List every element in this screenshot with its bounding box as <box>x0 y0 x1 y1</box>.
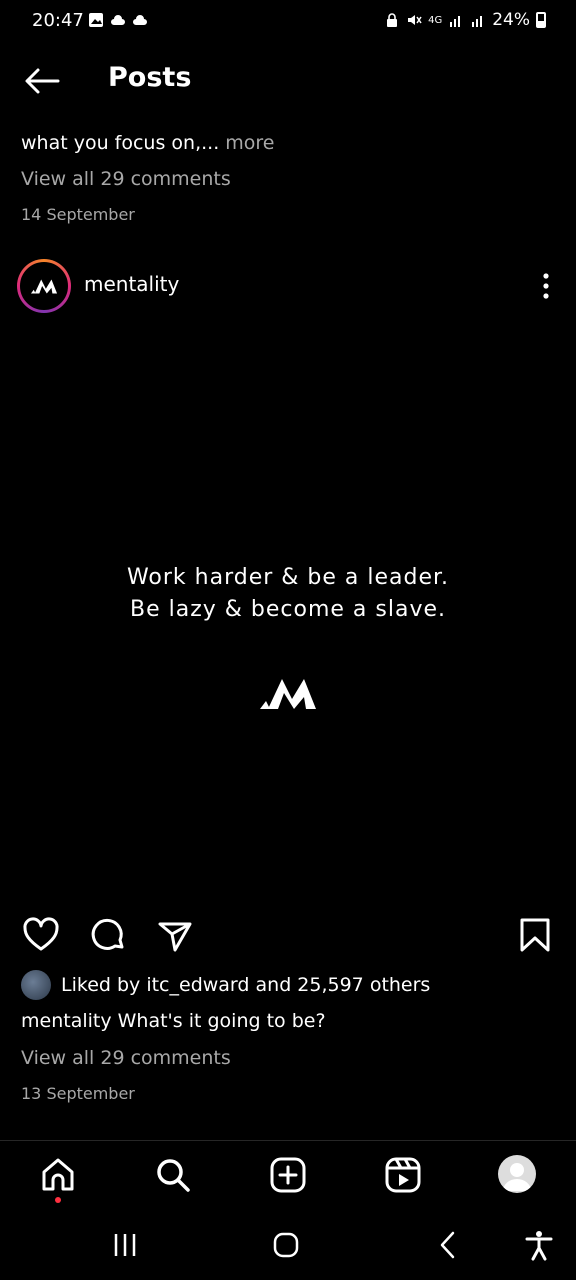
view-comments-link[interactable]: View all 29 comments <box>21 168 231 190</box>
default-avatar-icon <box>503 1163 531 1191</box>
battery-level: 24% <box>492 10 530 30</box>
more-options-icon[interactable] <box>540 272 552 300</box>
quote-line-1: Work harder & be a leader. <box>126 565 450 590</box>
avatar[interactable] <box>17 259 71 313</box>
status-bar: 20:47 4G 24% <box>0 0 576 44</box>
create-icon[interactable] <box>268 1155 308 1195</box>
mute-icon <box>408 15 422 25</box>
cloud-icon <box>133 15 147 25</box>
share-icon[interactable] <box>156 916 194 954</box>
more-link[interactable]: more <box>225 132 274 154</box>
battery-icon <box>536 12 546 28</box>
notification-dot <box>55 1197 61 1203</box>
bookmark-icon[interactable] <box>516 916 554 954</box>
post-header: mentality <box>0 256 576 316</box>
avatar <box>498 1155 536 1193</box>
view-comments-link[interactable]: View all 29 comments <box>21 1047 231 1069</box>
post-actions <box>0 912 576 960</box>
mentality-logo-icon <box>260 679 316 709</box>
post-date: 13 September <box>21 1084 135 1103</box>
profile-icon[interactable] <box>498 1155 538 1195</box>
post-date: 14 September <box>21 205 135 224</box>
post-username[interactable]: mentality <box>84 272 179 296</box>
quote-line-2: Be lazy & become a slave. <box>129 597 447 622</box>
previous-post-caption: what you focus on,... more <box>21 132 275 154</box>
comment-icon[interactable] <box>89 916 127 954</box>
recent-apps-icon[interactable] <box>108 1228 142 1262</box>
post-caption: mentality What's it going to be? <box>21 1010 326 1032</box>
system-navigation <box>0 1210 576 1280</box>
signal-icon <box>450 16 461 27</box>
likes-row[interactable]: Liked by itc_edward and 25,597 others <box>21 970 430 1000</box>
lock-icon <box>387 13 398 27</box>
heart-icon[interactable] <box>22 916 60 954</box>
bottom-nav <box>0 1140 576 1210</box>
page-title: Posts <box>108 62 192 93</box>
cloud-icon <box>111 15 125 25</box>
network-type: 4G <box>428 14 443 26</box>
home-button-icon[interactable] <box>269 1228 303 1262</box>
gallery-icon <box>89 13 103 27</box>
back-icon[interactable] <box>431 1228 465 1262</box>
status-system-icons: 4G 24% <box>384 10 546 30</box>
reels-icon[interactable] <box>383 1155 423 1195</box>
home-icon[interactable] <box>38 1155 78 1195</box>
accessibility-icon[interactable] <box>522 1228 556 1262</box>
caption-text: what you focus on,... <box>21 132 220 154</box>
avatar-logo <box>20 262 68 310</box>
top-header: Posts <box>0 50 576 110</box>
signal-icon <box>472 16 483 27</box>
post-image[interactable]: Work harder & be a leader. Be lazy & bec… <box>0 325 576 901</box>
liker-avatar <box>21 970 51 1000</box>
search-icon[interactable] <box>153 1155 193 1195</box>
status-time: 20:47 <box>32 10 84 31</box>
mentality-logo-icon <box>30 279 58 294</box>
likes-text: Liked by itc_edward and 25,597 others <box>61 974 431 996</box>
back-arrow-icon[interactable] <box>22 66 62 96</box>
status-notification-icons <box>88 12 148 28</box>
